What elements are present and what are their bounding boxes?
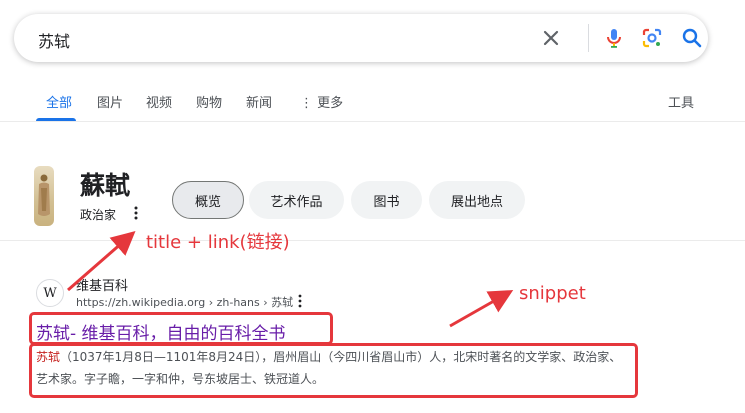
search-bar[interactable]: 苏轼 <box>14 14 708 62</box>
knowledge-title: 蘇軾 <box>80 171 131 200</box>
chip-books[interactable]: 图书 <box>351 181 422 219</box>
tools-button[interactable]: 工具 <box>668 92 694 111</box>
tabs-divider <box>0 121 745 122</box>
tab-shopping[interactable]: 购物 <box>196 92 222 111</box>
clear-icon[interactable] <box>539 26 563 50</box>
google-lens-icon[interactable] <box>640 26 664 50</box>
result-url[interactable]: https://zh.wikipedia.org › zh-hans › 苏轼 <box>76 294 293 310</box>
search-bar-divider <box>588 24 589 52</box>
chip-overview[interactable]: 概览 <box>172 181 244 219</box>
tab-news[interactable]: 新闻 <box>246 92 272 111</box>
result-site-name[interactable]: 维基百科 <box>76 275 128 294</box>
title-highlight-box <box>29 312 333 345</box>
tab-more[interactable]: ⋮ 更多 <box>300 92 343 111</box>
annotation-title-link: title + link(链接) <box>146 232 290 253</box>
annotation-snippet: snippet <box>519 283 586 304</box>
search-input[interactable]: 苏轼 <box>38 28 70 52</box>
chip-artworks[interactable]: 艺术作品 <box>249 181 344 219</box>
knowledge-divider <box>0 240 745 241</box>
tab-images[interactable]: 图片 <box>97 92 123 111</box>
tab-videos[interactable]: 视频 <box>146 92 172 111</box>
chip-exhibition-places[interactable]: 展出地点 <box>429 181 525 219</box>
knowledge-subtitle: 政治家 <box>80 208 117 222</box>
more-options-icon[interactable] <box>129 205 143 221</box>
search-icon[interactable] <box>680 26 704 50</box>
portrait-image[interactable] <box>34 166 54 226</box>
snippet-highlight-box <box>29 343 638 398</box>
arrow-to-snippet <box>449 290 514 328</box>
microphone-icon[interactable] <box>602 26 626 50</box>
result-more-icon[interactable] <box>294 293 306 309</box>
wikipedia-favicon: W <box>36 279 64 307</box>
tab-all[interactable]: 全部 <box>46 92 72 111</box>
